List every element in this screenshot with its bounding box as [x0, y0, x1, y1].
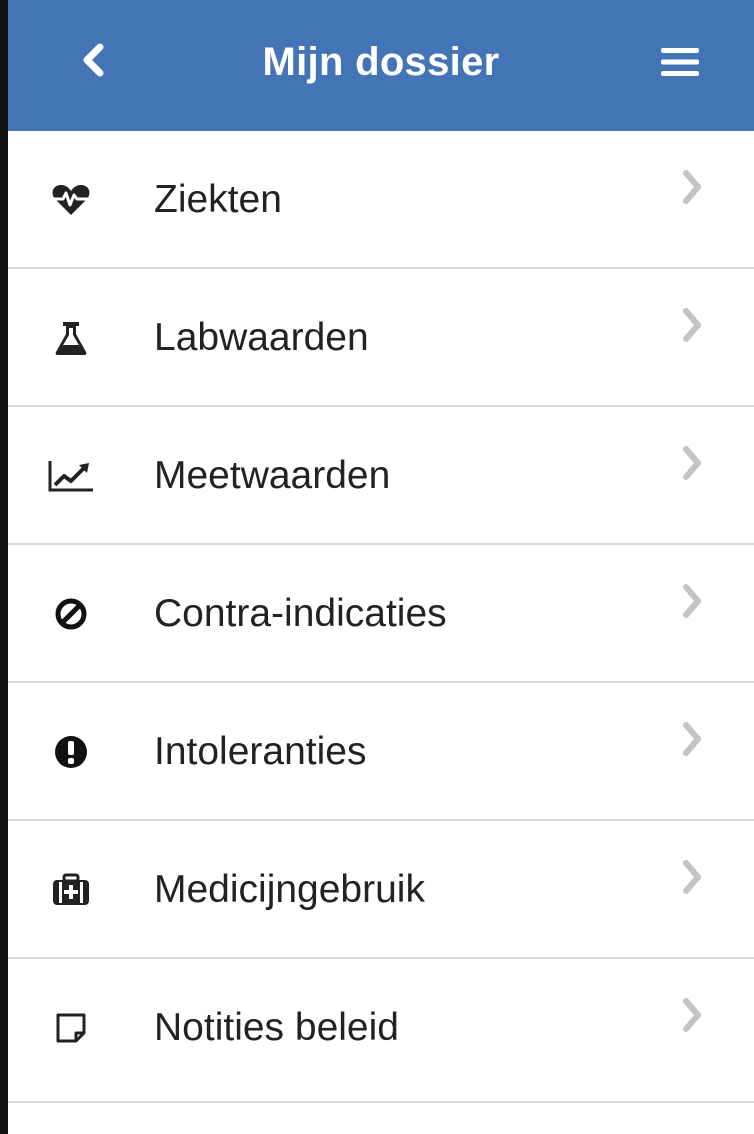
chevron-right-icon — [683, 446, 701, 480]
dossier-menu-list: Ziekten Labwaarden Meetwaarden Contra-in… — [8, 131, 754, 1097]
list-item-label: Medicijngebruik — [154, 868, 425, 911]
list-item-label: Notities beleid — [154, 1006, 399, 1049]
app-screen: Mijn dossier Ziekten Labwaarden Meetwaar… — [8, 0, 754, 1134]
page-title: Mijn dossier — [262, 40, 500, 84]
chevron-right-icon — [683, 308, 701, 342]
list-item-label: Meetwaarden — [154, 454, 391, 497]
medkit-icon — [46, 865, 96, 915]
list-item-label: Labwaarden — [154, 316, 369, 359]
app-header: Mijn dossier — [8, 0, 754, 131]
screen-edge — [0, 0, 8, 1134]
list-item-labwaarden[interactable]: Labwaarden — [8, 269, 754, 407]
chevron-right-icon — [683, 584, 701, 618]
list-divider — [8, 1101, 754, 1103]
heartbeat-icon — [46, 175, 96, 225]
list-item-label: Contra-indicaties — [154, 592, 447, 635]
exclamation-circle-icon — [46, 727, 96, 777]
ban-icon — [46, 589, 96, 639]
list-item-medicijngebruik[interactable]: Medicijngebruik — [8, 821, 754, 959]
chevron-right-icon — [683, 860, 701, 894]
hamburger-menu-icon — [661, 48, 699, 76]
line-chart-icon — [46, 451, 96, 501]
sticky-note-icon — [46, 1003, 96, 1053]
list-item-intoleranties[interactable]: Intoleranties — [8, 683, 754, 821]
list-item-label: Ziekten — [154, 178, 282, 221]
chevron-right-icon — [683, 170, 701, 204]
list-item-ziekten[interactable]: Ziekten — [8, 131, 754, 269]
flask-icon — [46, 313, 96, 363]
chevron-right-icon — [683, 722, 701, 756]
list-item-notities-beleid[interactable]: Notities beleid — [8, 959, 754, 1097]
menu-button[interactable] — [654, 34, 706, 90]
list-item-contra-indicaties[interactable]: Contra-indicaties — [8, 545, 754, 683]
list-item-label: Intoleranties — [154, 730, 367, 773]
list-item-meetwaarden[interactable]: Meetwaarden — [8, 407, 754, 545]
chevron-right-icon — [683, 998, 701, 1032]
